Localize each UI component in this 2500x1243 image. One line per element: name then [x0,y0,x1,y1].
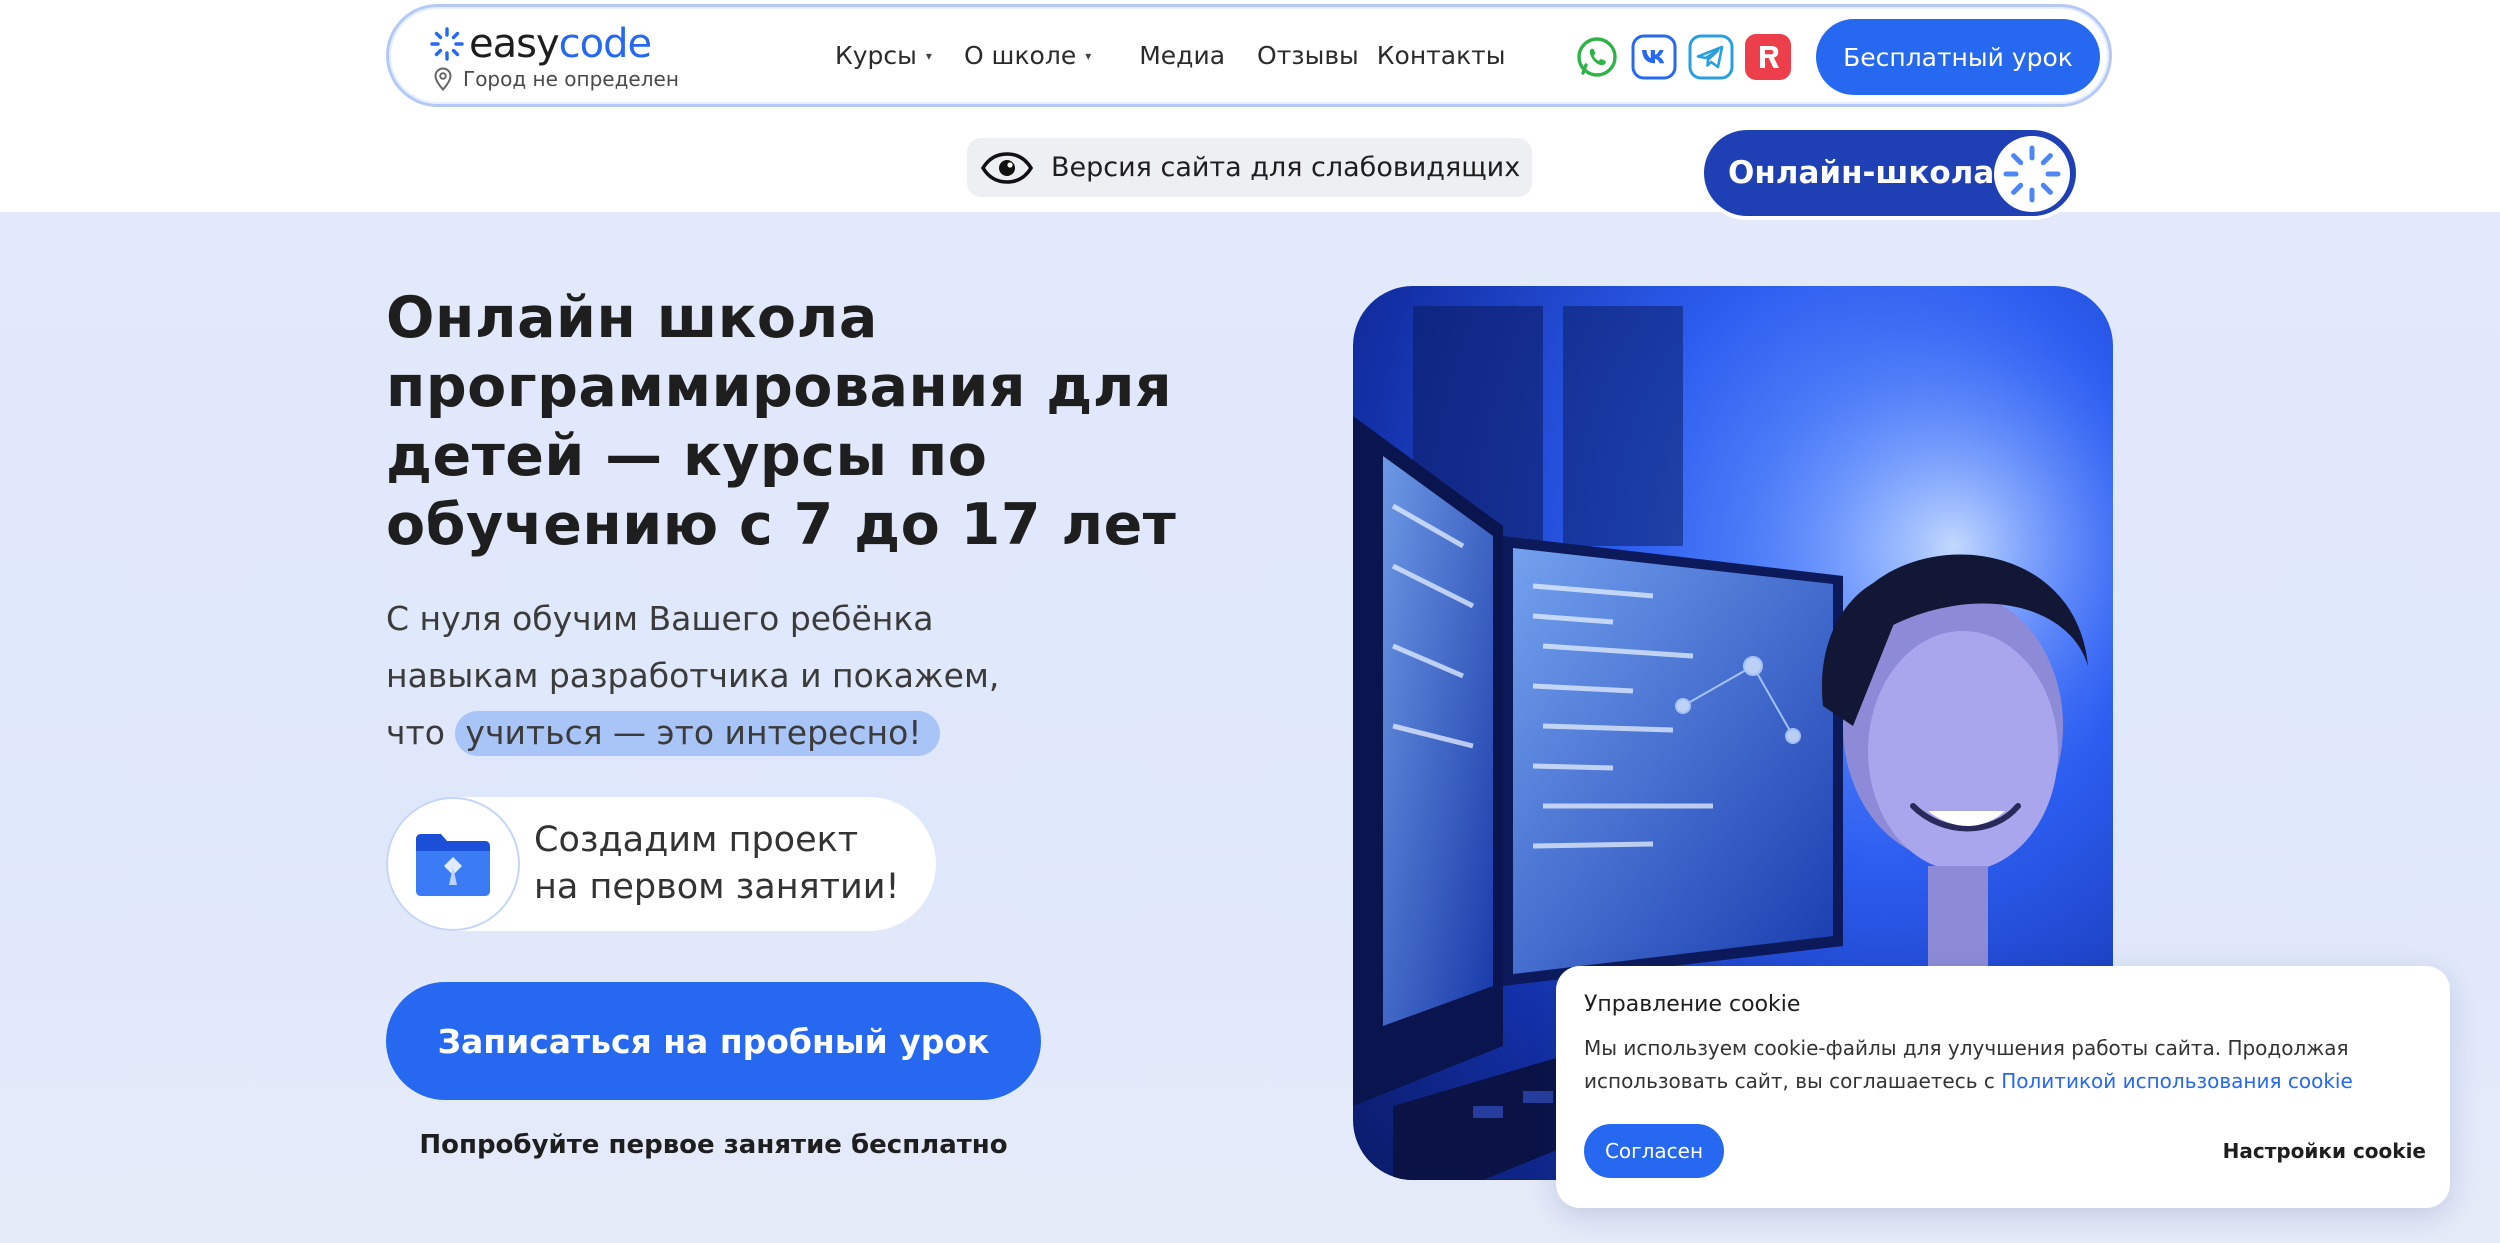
nav-about-school[interactable]: О школе ▾ [964,41,1091,70]
project-line-1: Создадим проект [534,820,859,860]
free-trial-note: Попробуйте первое занятие бесплатно [419,1130,1008,1160]
cookie-banner: Управление cookie Мы используем cookie-ф… [1556,966,2450,1208]
cookie-title: Управление cookie [1584,992,1801,1017]
cookie-policy-link[interactable]: Политикой использования cookie [2001,1069,2353,1093]
logo-code: code [558,21,652,67]
subtitle-prefix: что [386,713,445,752]
hero-subtitle: С нуля обучим Вашего ребёнка навыкам раз… [386,590,1086,761]
city-selector[interactable]: Город не определен [433,67,679,91]
main-nav: Курсы ▾ О школе ▾ Медиа Отзывы Контакты [835,41,1537,70]
logo-easy: easy [469,21,560,67]
whatsapp-icon[interactable] [1574,34,1620,80]
hero-title: Онлайн школа программирования для детей … [386,285,1177,558]
nav-contacts-label: Контакты [1376,41,1506,70]
subtitle-line-1: С нуля обучим Вашего ребёнка [386,599,934,638]
vk-icon[interactable] [1631,34,1677,80]
chevron-down-icon: ▾ [1085,48,1092,63]
nav-media-label: Медиа [1139,41,1226,70]
free-lesson-button[interactable]: Бесплатный урок [1816,19,2100,95]
accessibility-version-button[interactable]: Версия сайта для слабовидящих [967,138,1532,197]
project-pill: Создадим проект на первом занятии! [386,797,936,931]
logo-text: easycode [469,21,652,67]
loading-spinner-icon [1994,136,2070,212]
project-text: Создадим проект на первом занятии! [534,817,900,911]
subtitle-line-2: навыкам разработчика и покажем, [386,656,1000,695]
rutube-icon[interactable] [1745,34,1791,80]
subtitle-highlight: учиться — это интересно! [455,711,940,756]
city-label: Город не определен [463,67,679,91]
nav-about-label: О школе [963,41,1077,70]
nav-media[interactable]: Медиа [1139,41,1225,70]
site-header: easycode Город не определен Курсы ▾ О шк… [386,4,2112,107]
cookie-text: Мы используем cookie-файлы для улучшения… [1584,1032,2374,1098]
nav-courses-label: Курсы [835,41,917,70]
folder-icon [386,797,520,931]
social-links [1574,34,1802,80]
nav-reviews[interactable]: Отзывы [1257,41,1359,70]
nav-courses[interactable]: Курсы ▾ [835,41,932,70]
logo-spark-icon [430,27,464,61]
badge-label: Онлайн-школа [1728,155,1995,191]
nav-reviews-label: Отзывы [1257,41,1359,70]
online-school-badge: Онлайн-школа [1700,126,2080,220]
telegram-icon[interactable] [1688,34,1734,80]
logo[interactable]: easycode [429,21,652,67]
eye-icon [981,151,1033,184]
chevron-down-icon: ▾ [925,48,932,63]
accessibility-label: Версия сайта для слабовидящих [1051,152,1521,183]
cookie-accept-button[interactable]: Согласен [1584,1124,1724,1178]
location-pin-icon [434,67,452,91]
subtitle-line-3: что учиться — это интересно! [386,704,1086,761]
cookie-settings-button[interactable]: Настройки cookie [2196,1124,2426,1178]
nav-contacts[interactable]: Контакты [1377,41,1506,70]
project-line-2: на первом занятии! [534,867,900,907]
trial-lesson-button[interactable]: Записаться на пробный урок [386,982,1041,1100]
